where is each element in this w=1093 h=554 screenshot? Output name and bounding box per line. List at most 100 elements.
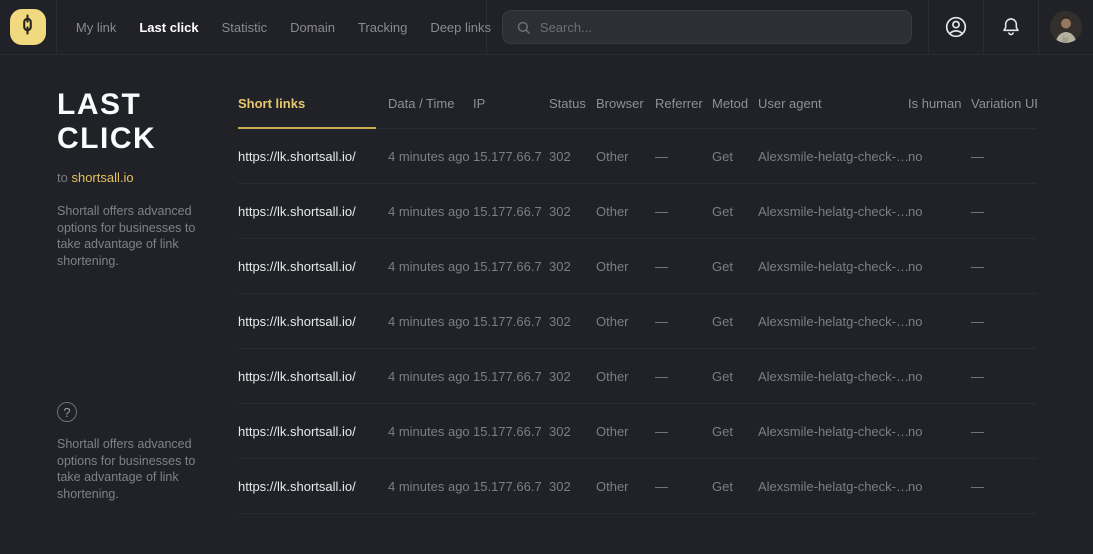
table-row: https://lk.shortsall.io/ 4 minutes ago 1…: [238, 184, 1037, 239]
cell-browser: Other: [596, 259, 655, 274]
cell-short-link[interactable]: https://lk.shortsall.io/: [238, 369, 388, 384]
cell-ip: 15.177.66.7: [473, 149, 549, 164]
cell-status: 302: [549, 204, 596, 219]
cell-short-link[interactable]: https://lk.shortsall.io/: [238, 204, 388, 219]
app-logo[interactable]: [10, 9, 46, 45]
table-row: https://lk.shortsall.io/ 4 minutes ago 1…: [238, 349, 1037, 404]
cell-is-human: no: [908, 314, 971, 329]
col-status: Status: [549, 96, 596, 111]
search-box[interactable]: [502, 10, 912, 44]
cell-status: 302: [549, 479, 596, 494]
sidebar: LAST CLICK to shortsall.io Shortall offe…: [57, 55, 222, 502]
cell-status: 302: [549, 424, 596, 439]
nav-item-deep-links[interactable]: Deep links: [430, 20, 491, 35]
account-button[interactable]: [928, 0, 983, 54]
help-icon[interactable]: ?: [57, 402, 77, 422]
col-short-links[interactable]: Short links: [238, 96, 388, 111]
sidebar-help-description: Shortall offers advanced options for bus…: [57, 436, 222, 502]
cell-variation-url: —: [971, 424, 1037, 439]
col-variation-url: Variation URL: [971, 96, 1037, 111]
nav-item-my-link[interactable]: My link: [76, 20, 116, 35]
page-title-line2: CLICK: [57, 122, 156, 155]
cell-variation-url: —: [971, 204, 1037, 219]
nav-item-tracking[interactable]: Tracking: [358, 20, 407, 35]
page-title: LAST CLICK: [57, 88, 222, 156]
table-row: https://lk.shortsall.io/ 4 minutes ago 1…: [238, 294, 1037, 349]
cell-short-link[interactable]: https://lk.shortsall.io/: [238, 314, 388, 329]
cell-is-human: no: [908, 369, 971, 384]
cell-ip: 15.177.66.7: [473, 259, 549, 274]
subtitle: to shortsall.io: [57, 170, 222, 185]
sidebar-description: Shortall offers advanced options for bus…: [57, 203, 222, 269]
cell-date-time: 4 minutes ago: [388, 204, 473, 219]
cell-variation-url: —: [971, 149, 1037, 164]
table-body: https://lk.shortsall.io/ 4 minutes ago 1…: [238, 129, 1037, 514]
cell-date-time: 4 minutes ago: [388, 259, 473, 274]
cell-referrer: —: [655, 424, 712, 439]
cell-variation-url: —: [971, 314, 1037, 329]
account-icon: [944, 15, 968, 39]
nav-item-last-click[interactable]: Last click: [139, 20, 198, 35]
cell-ip: 15.177.66.7: [473, 369, 549, 384]
cell-referrer: —: [655, 314, 712, 329]
cell-method: Get: [712, 424, 758, 439]
table-row: https://lk.shortsall.io/ 4 minutes ago 1…: [238, 239, 1037, 294]
cell-browser: Other: [596, 424, 655, 439]
cell-referrer: —: [655, 259, 712, 274]
table-row: https://lk.shortsall.io/ 4 minutes ago 1…: [238, 459, 1037, 514]
link-icon: [16, 13, 39, 41]
cell-date-time: 4 minutes ago: [388, 424, 473, 439]
cell-date-time: 4 minutes ago: [388, 149, 473, 164]
last-click-table: Short links Data / Time IP Status Browse…: [238, 55, 1037, 514]
cell-user-agent: Alexsmile-helatg-check-…: [758, 369, 908, 384]
table-row: https://lk.shortsall.io/ 4 minutes ago 1…: [238, 404, 1037, 459]
search-icon: [516, 20, 531, 35]
cell-is-human: no: [908, 424, 971, 439]
col-browser: Browser: [596, 96, 655, 111]
cell-user-agent: Alexsmile-helatg-check-…: [758, 424, 908, 439]
cell-date-time: 4 minutes ago: [388, 479, 473, 494]
cell-short-link[interactable]: https://lk.shortsall.io/: [238, 424, 388, 439]
cell-ip: 15.177.66.7: [473, 204, 549, 219]
shortsall-link[interactable]: shortsall.io: [71, 170, 133, 185]
cell-short-link[interactable]: https://lk.shortsall.io/: [238, 259, 388, 274]
col-user-agent: User agent: [758, 96, 908, 111]
content: LAST CLICK to shortsall.io Shortall offe…: [0, 55, 1093, 553]
cell-ip: 15.177.66.7: [473, 424, 549, 439]
cell-method: Get: [712, 259, 758, 274]
col-referrer: Referrer: [655, 96, 712, 111]
profile-button[interactable]: [1038, 0, 1093, 54]
cell-method: Get: [712, 369, 758, 384]
nav-item-statistic[interactable]: Statistic: [222, 20, 268, 35]
search-input[interactable]: [540, 20, 898, 35]
logo-section: [0, 0, 57, 54]
bell-icon: [1000, 16, 1022, 38]
table-row: https://lk.shortsall.io/ 4 minutes ago 1…: [238, 129, 1037, 184]
nav-item-domain[interactable]: Domain: [290, 20, 335, 35]
cell-is-human: no: [908, 204, 971, 219]
cell-browser: Other: [596, 204, 655, 219]
cell-user-agent: Alexsmile-helatg-check-…: [758, 204, 908, 219]
cell-short-link[interactable]: https://lk.shortsall.io/: [238, 149, 388, 164]
cell-user-agent: Alexsmile-helatg-check-…: [758, 259, 908, 274]
cell-status: 302: [549, 149, 596, 164]
cell-status: 302: [549, 259, 596, 274]
cell-method: Get: [712, 204, 758, 219]
cell-date-time: 4 minutes ago: [388, 369, 473, 384]
notifications-button[interactable]: [983, 0, 1038, 54]
col-date-time: Data / Time: [388, 96, 473, 111]
cell-is-human: no: [908, 259, 971, 274]
cell-variation-url: —: [971, 259, 1037, 274]
cell-variation-url: —: [971, 369, 1037, 384]
avatar: [1050, 11, 1082, 43]
cell-referrer: —: [655, 479, 712, 494]
cell-status: 302: [549, 314, 596, 329]
cell-method: Get: [712, 149, 758, 164]
cell-variation-url: —: [971, 479, 1037, 494]
cell-browser: Other: [596, 369, 655, 384]
cell-is-human: no: [908, 149, 971, 164]
subtitle-prefix: to: [57, 170, 68, 185]
cell-ip: 15.177.66.7: [473, 479, 549, 494]
col-ip: IP: [473, 96, 549, 111]
cell-short-link[interactable]: https://lk.shortsall.io/: [238, 479, 388, 494]
